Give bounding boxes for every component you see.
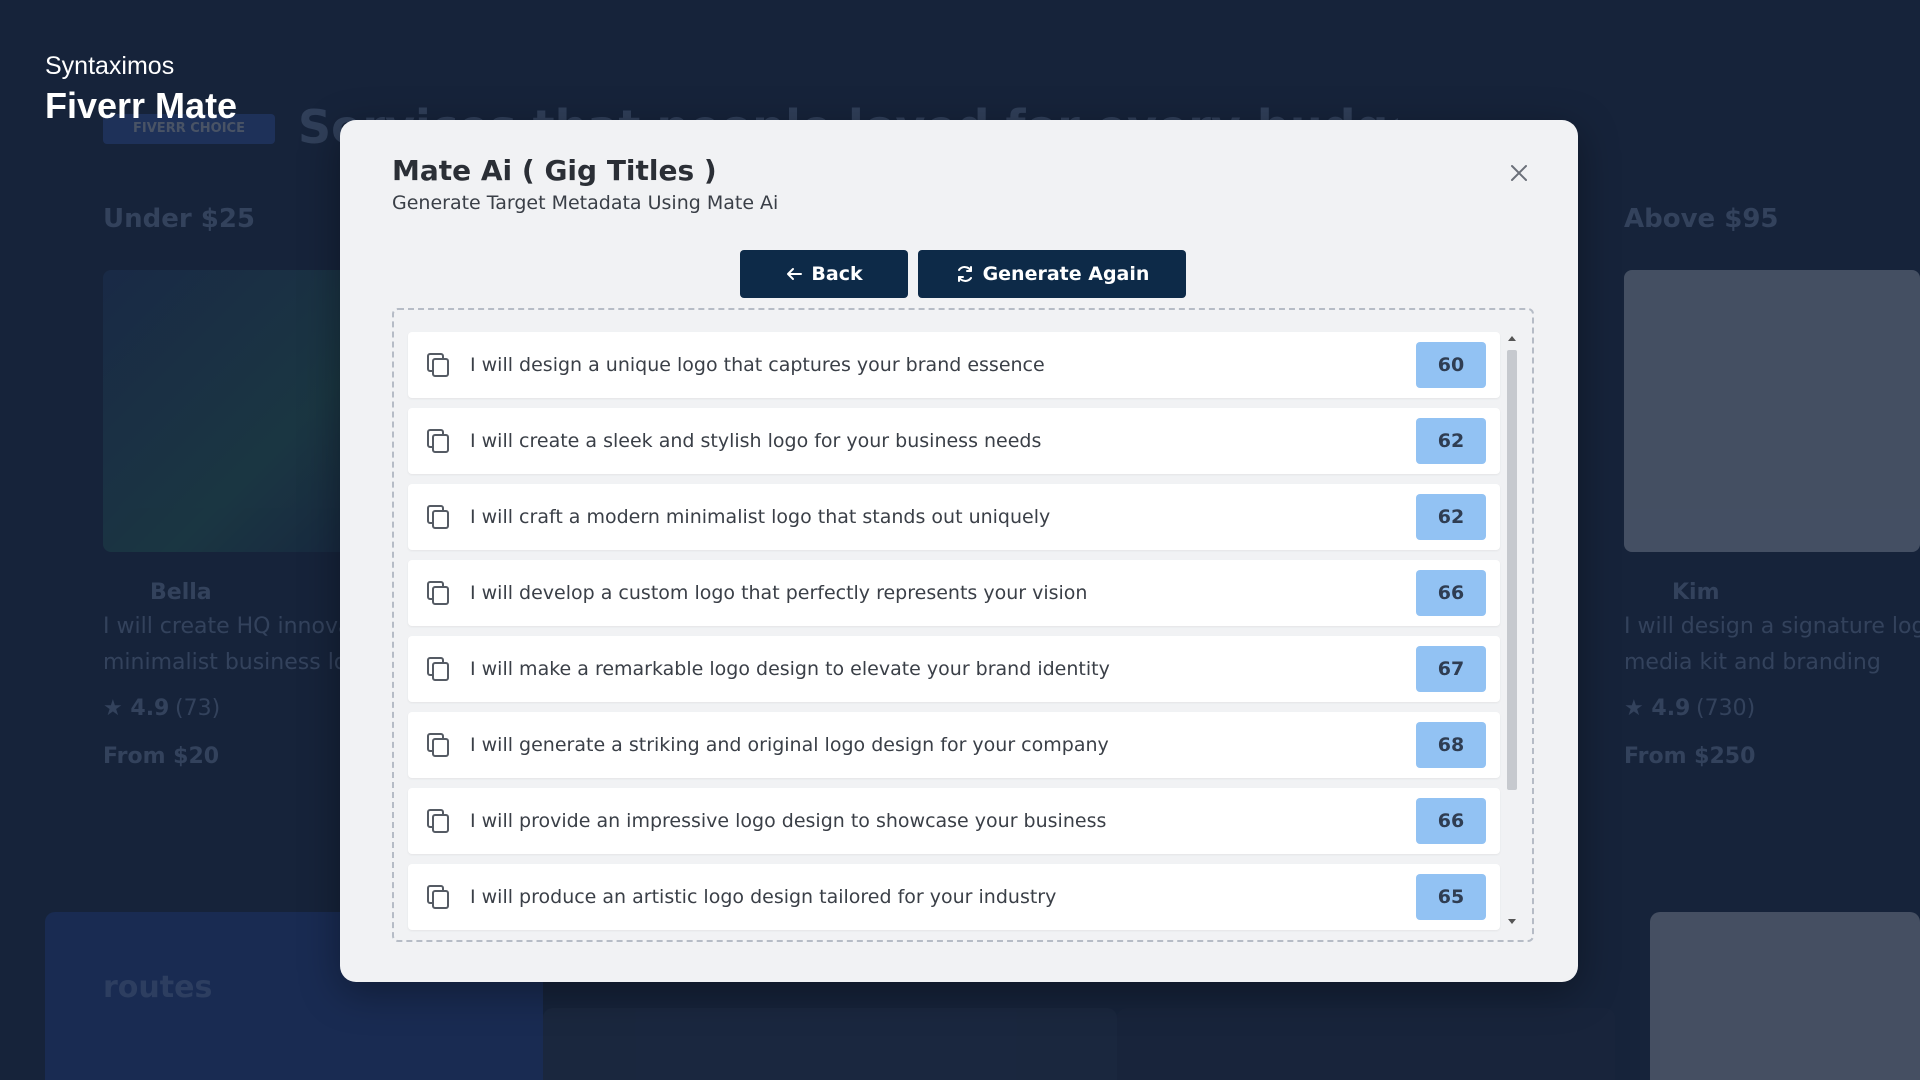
back-button[interactable]: Back <box>740 250 908 298</box>
brand-block: Syntaximos Fiverr Mate <box>45 52 237 127</box>
character-count-badge: 66 <box>1416 570 1486 616</box>
character-count-badge: 60 <box>1416 342 1486 388</box>
title-row: I will produce an artistic logo design t… <box>408 864 1500 930</box>
title-row: I will make a remarkable logo design to … <box>408 636 1500 702</box>
character-count-badge: 65 <box>1416 874 1486 920</box>
column-title-under: Under $25 <box>103 204 256 234</box>
gig-title-text[interactable]: I will design a unique logo that capture… <box>470 354 1416 376</box>
price-right: From $250 <box>1624 744 1756 769</box>
modal-actions: Back Generate Again <box>740 250 1186 298</box>
copy-icon[interactable] <box>424 579 452 607</box>
gig-title-text[interactable]: I will craft a modern minimalist logo th… <box>470 506 1416 528</box>
gig-desc-right-2: media kit and branding <box>1624 650 1881 675</box>
gig-desc-right-1: I will design a signature logo <box>1624 614 1920 639</box>
character-count-badge: 67 <box>1416 646 1486 692</box>
reviews-right: (730) <box>1696 696 1756 721</box>
titles-list: I will design a unique logo that capture… <box>408 332 1500 940</box>
generate-again-button[interactable]: Generate Again <box>918 250 1186 298</box>
title-row: I will create a sleek and stylish logo f… <box>408 408 1500 474</box>
copy-icon[interactable] <box>424 883 452 911</box>
refresh-icon <box>957 266 972 282</box>
title-row: I will provide an impressive logo design… <box>408 788 1500 854</box>
generate-again-label: Generate Again <box>982 263 1150 285</box>
gig-desc-left-2: minimalist business logo <box>103 650 375 675</box>
category-card-2[interactable] <box>543 1008 1117 1080</box>
seller-name-right: Kim <box>1672 580 1720 605</box>
copy-icon[interactable] <box>424 655 452 683</box>
title-row: I will design a unique logo that capture… <box>408 332 1500 398</box>
rating-right: ★ 4.9 <box>1624 696 1691 721</box>
rating-left: ★ 4.9 <box>103 696 170 721</box>
gig-title-text[interactable]: I will provide an impressive logo design… <box>470 810 1416 832</box>
copy-icon[interactable] <box>424 427 452 455</box>
close-button[interactable] <box>1504 158 1534 188</box>
seller-name-left: Bella <box>150 580 212 605</box>
gig-title-text[interactable]: I will develop a custom logo that perfec… <box>470 582 1416 604</box>
gig-title-text[interactable]: I will produce an artistic logo design t… <box>470 886 1416 908</box>
title-row: I will craft a modern minimalist logo th… <box>408 484 1500 550</box>
character-count-badge: 68 <box>1416 722 1486 768</box>
gig-card-image-right[interactable] <box>1624 270 1920 552</box>
gig-titles-modal: Mate Ai ( Gig Titles ) Generate Target M… <box>340 120 1578 982</box>
scroll-down-arrow[interactable] <box>1508 919 1516 924</box>
character-count-badge: 66 <box>1416 798 1486 844</box>
gig-title-text[interactable]: I will create a sleek and stylish logo f… <box>470 430 1416 452</box>
brand-title: Fiverr Mate <box>45 85 238 126</box>
routes-label: routes <box>103 970 213 1005</box>
modal-title: Mate Ai ( Gig Titles ) <box>392 154 717 187</box>
copy-icon[interactable] <box>424 503 452 531</box>
scrollbar[interactable] <box>1506 336 1518 924</box>
category-card-3[interactable] <box>1117 1008 1615 1080</box>
category-card-4[interactable] <box>1650 912 1920 1080</box>
scroll-up-arrow[interactable] <box>1508 336 1516 341</box>
arrow-left-icon <box>787 268 803 280</box>
close-icon <box>1511 165 1527 181</box>
scroll-thumb[interactable] <box>1507 350 1517 790</box>
brand-subtitle: Syntaximos <box>45 52 175 80</box>
character-count-badge: 62 <box>1416 494 1486 540</box>
column-title-above: Above $95 <box>1624 204 1779 234</box>
back-button-label: Back <box>811 263 863 285</box>
copy-icon[interactable] <box>424 731 452 759</box>
title-row: I will develop a custom logo that perfec… <box>408 560 1500 626</box>
gig-title-text[interactable]: I will make a remarkable logo design to … <box>470 658 1416 680</box>
price-left: From $20 <box>103 744 220 769</box>
character-count-badge: 62 <box>1416 418 1486 464</box>
title-row: I will generate a striking and original … <box>408 712 1500 778</box>
copy-icon[interactable] <box>424 351 452 379</box>
reviews-left: (73) <box>175 696 221 721</box>
copy-icon[interactable] <box>424 807 452 835</box>
modal-subtitle: Generate Target Metadata Using Mate Ai <box>392 192 779 214</box>
titles-list-container: I will design a unique logo that capture… <box>392 308 1534 942</box>
gig-title-text[interactable]: I will generate a striking and original … <box>470 734 1416 756</box>
